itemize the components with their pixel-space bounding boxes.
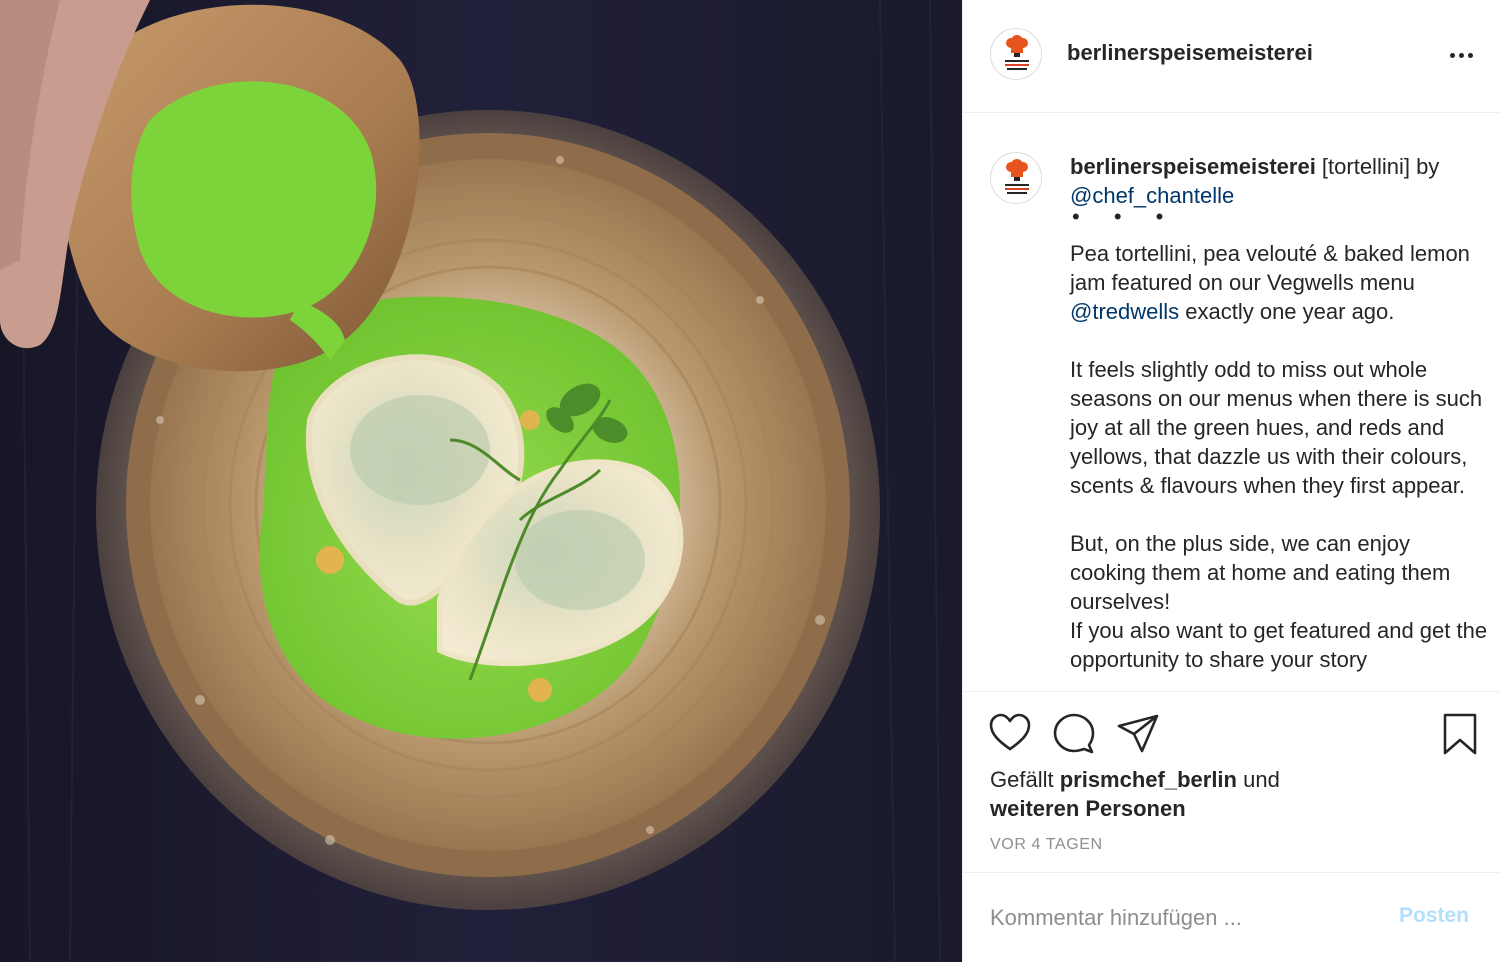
comment-bar: Posten (963, 874, 1500, 962)
caption-text: berlinerspeisemeisterei [tortellini] by … (1070, 152, 1490, 674)
avatar[interactable] (990, 28, 1042, 80)
post-timestamp[interactable]: VOR 4 TAGEN (990, 836, 1103, 854)
post-author-username[interactable]: berlinerspeisemeisterei (1067, 40, 1313, 66)
caption-username[interactable]: berlinerspeisemeisterei (1070, 154, 1316, 179)
post-actions: Gefällt prismchef_berlin und weiteren Pe… (963, 693, 1500, 873)
caption-dots: • • • (1072, 204, 1178, 229)
more-options-icon[interactable] (1441, 40, 1481, 70)
heart-icon[interactable] (987, 711, 1033, 757)
chef-hat-logo-icon (991, 153, 1041, 203)
caption-avatar[interactable] (990, 152, 1042, 204)
comment-input[interactable] (990, 902, 1390, 934)
speech-bubble-icon[interactable] (1051, 711, 1097, 757)
caption-paragraph-2: It feels slightly odd to miss out whole … (1070, 357, 1483, 498)
post-image[interactable] (0, 0, 962, 962)
likes-middle: und (1236, 767, 1280, 792)
food-photo (0, 0, 962, 962)
post-sidebar: berlinerspeisemeisterei berlinerspeiseme… (962, 0, 1500, 962)
caption-intro: [tortellini] by (1315, 154, 1440, 179)
post-comment-button[interactable]: Posten (1399, 904, 1469, 928)
mention-tredwells[interactable]: @tredwells (1070, 299, 1179, 324)
caption-paragraph-1: Pea tortellini, pea velouté & baked lemo… (1070, 239, 1490, 326)
likes-others-link[interactable]: weiteren Personen (990, 796, 1186, 821)
dot (1449, 52, 1455, 58)
dot (1458, 52, 1464, 58)
liked-by-user[interactable]: prismchef_berlin (1060, 767, 1237, 792)
caption-p1-text-end: exactly one year ago. (1179, 299, 1395, 324)
post-header: berlinerspeisemeisterei (963, 0, 1500, 113)
likes-summary: Gefällt prismchef_berlin und weiteren Pe… (990, 765, 1470, 823)
likes-prefix: Gefällt (990, 767, 1060, 792)
dot (1467, 52, 1473, 58)
paper-plane-icon[interactable] (1115, 711, 1161, 757)
chef-hat-logo-icon (991, 29, 1041, 79)
caption-scroll-area[interactable]: berlinerspeisemeisterei [tortellini] by … (963, 114, 1500, 692)
caption-paragraph-4: If you also want to get featured and get… (1070, 618, 1488, 672)
caption-p1-text: Pea tortellini, pea velouté & baked lemo… (1070, 241, 1470, 295)
bookmark-icon[interactable] (1437, 711, 1483, 757)
caption-paragraph-3: But, on the plus side, we can enjoy cook… (1070, 531, 1451, 614)
instagram-post: berlinerspeisemeisterei berlinerspeiseme… (0, 0, 1500, 962)
